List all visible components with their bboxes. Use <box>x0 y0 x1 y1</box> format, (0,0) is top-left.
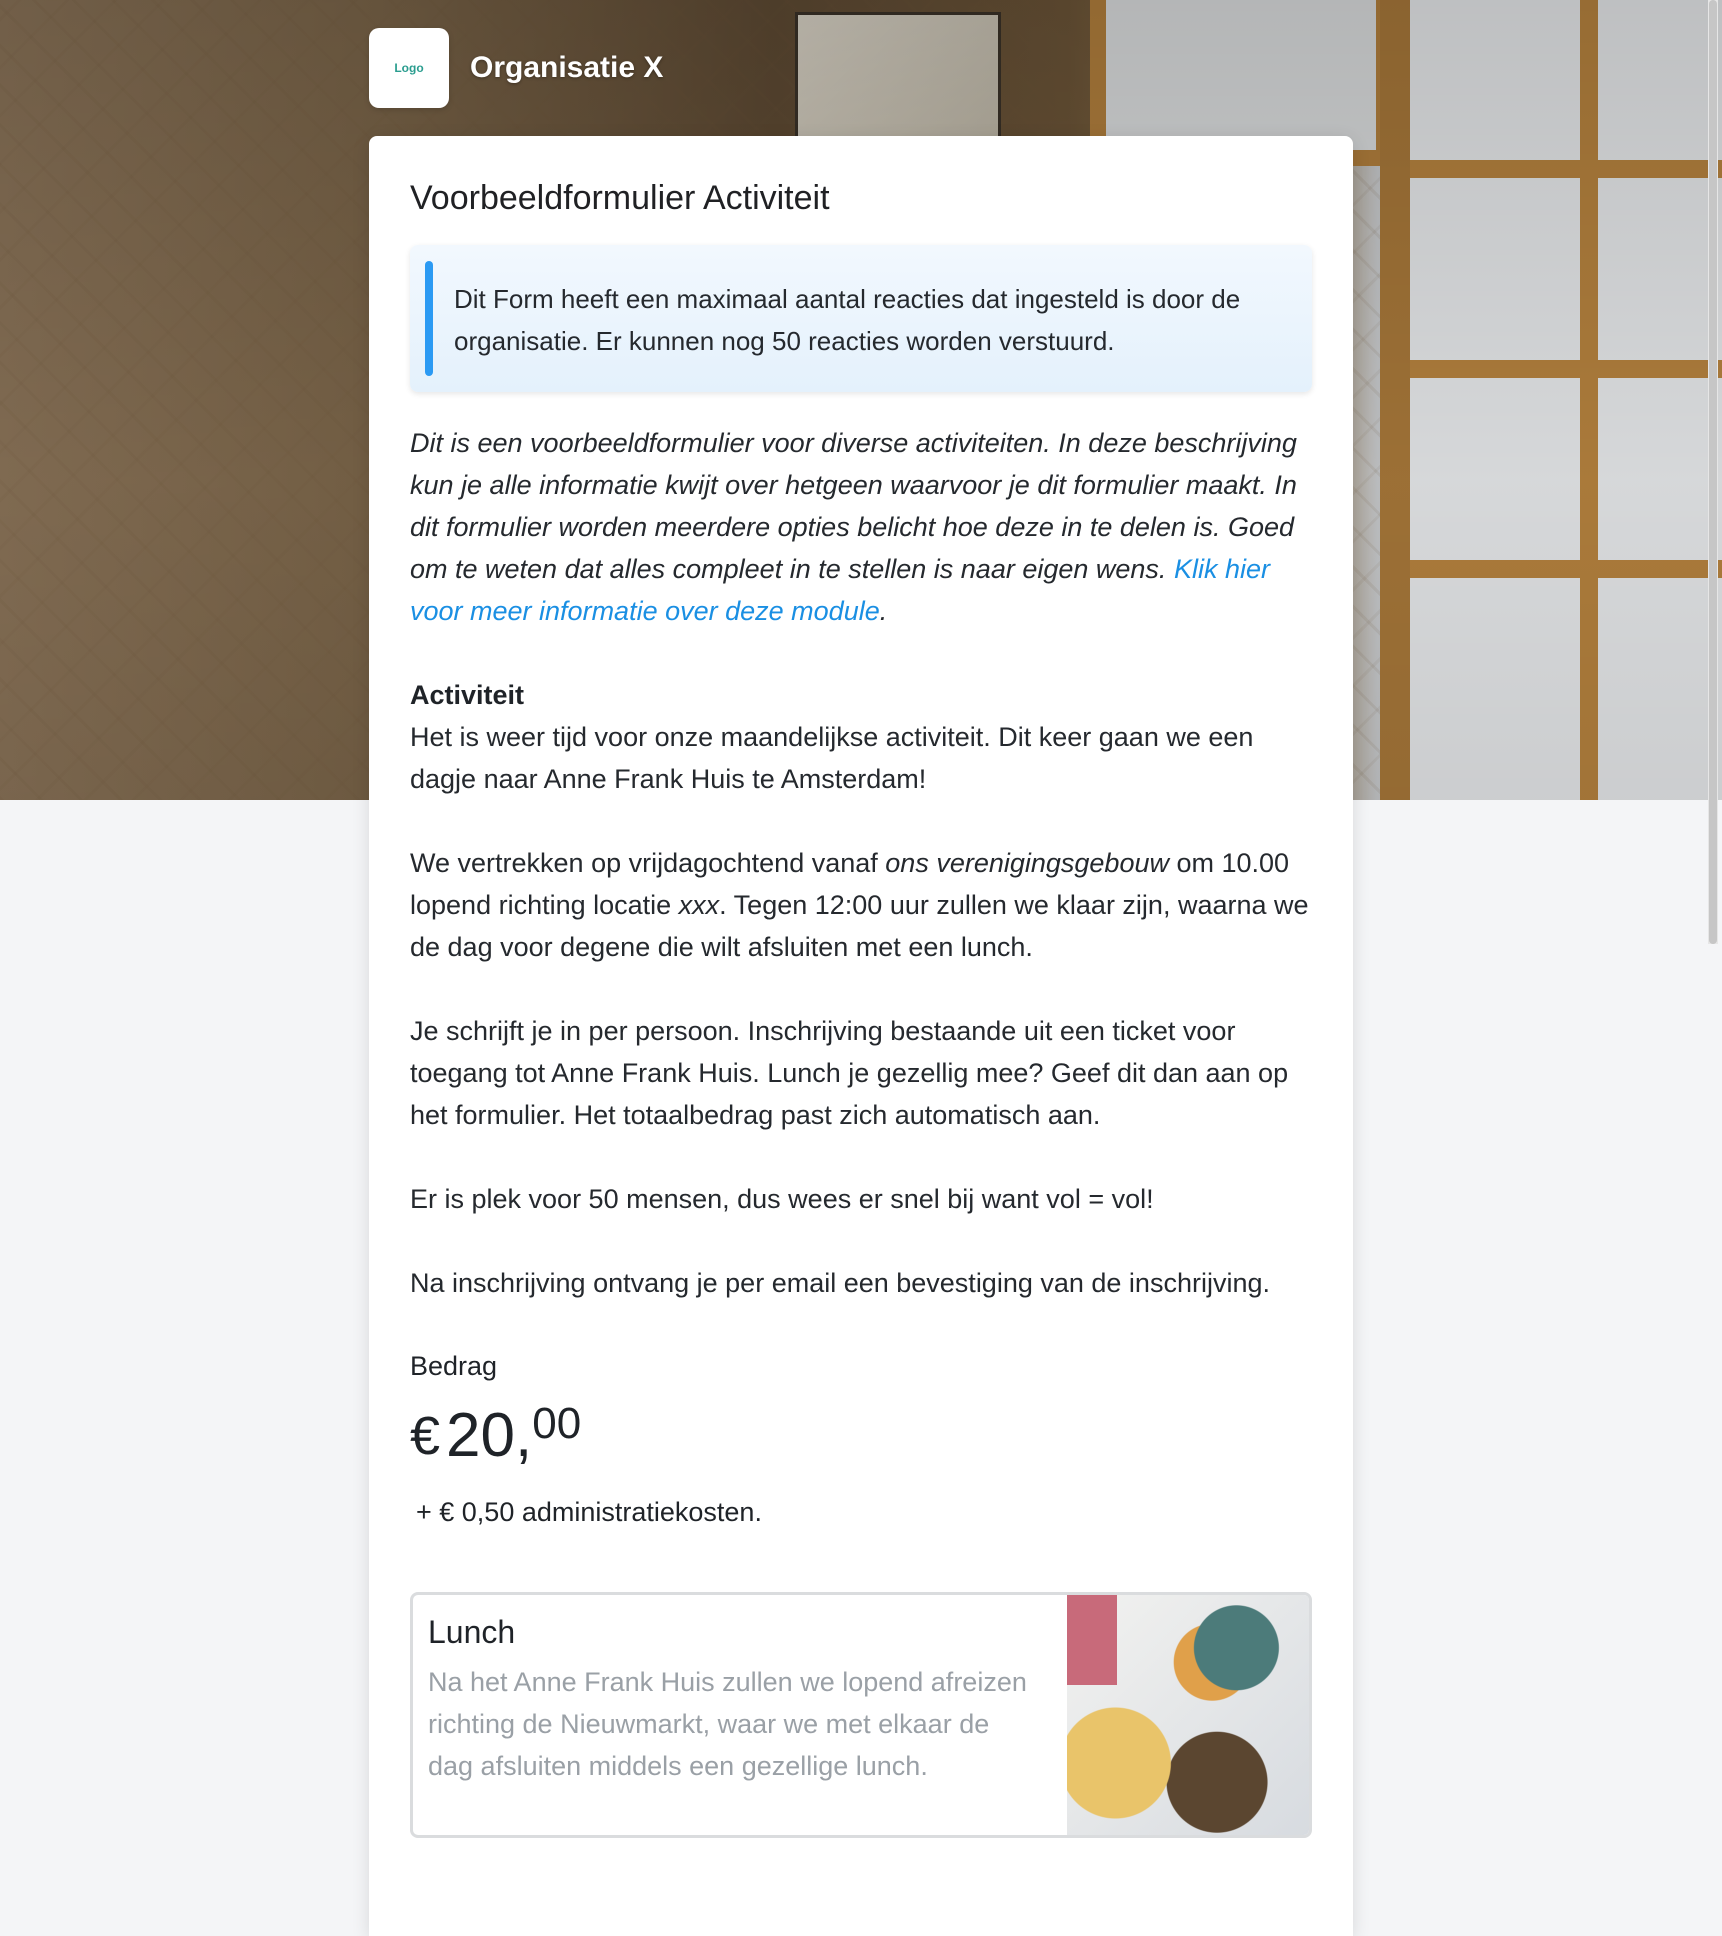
lunch-option-card[interactable]: Lunch Na het Anne Frank Huis zullen we l… <box>410 1592 1312 1838</box>
description-paragraph-3: Je schrijft je in per persoon. Inschrijv… <box>410 1016 1289 1130</box>
intro-text: Dit is een voorbeeldformulier voor diver… <box>410 428 1297 584</box>
form-intro: Dit is een voorbeeldformulier voor diver… <box>410 422 1312 632</box>
amount-decimals: 00 <box>532 1399 582 1448</box>
description-paragraph-5: Na inschrijving ontvang je per email een… <box>410 1268 1270 1298</box>
org-logo[interactable]: Logo <box>369 28 449 108</box>
notice-accent-bar <box>425 261 433 376</box>
description-paragraph-4: Er is plek voor 50 mensen, dus wees er s… <box>410 1184 1154 1214</box>
section-heading-activiteit: Activiteit <box>410 680 525 710</box>
form-title: Voorbeeldformulier Activiteit <box>410 179 830 217</box>
amount-integer: 20, <box>446 1401 533 1470</box>
amount-label: Bedrag <box>410 1351 498 1381</box>
form-card: Voorbeeldformulier Activiteit Dit Form h… <box>369 136 1353 1936</box>
para2-part-a: We vertrekken op vrijdagochtend vanaf <box>410 848 886 878</box>
response-limit-notice: Dit Form heeft een maximaal aantal react… <box>410 245 1312 392</box>
description-paragraph-1: Het is weer tijd voor onze maandelijkse … <box>410 722 1254 794</box>
para2-location: ons verenigingsgebouw <box>885 848 1169 878</box>
scrollbar-thumb[interactable] <box>1709 0 1717 944</box>
lunch-option-title: Lunch <box>428 1614 516 1650</box>
para2-destination: xxx <box>678 890 720 920</box>
description-paragraph-2: We vertrekken op vrijdagochtend vanaf on… <box>410 842 1312 968</box>
intro-end: . <box>879 596 888 626</box>
page-scrollbar[interactable] <box>1708 0 1718 944</box>
admin-fee: + € 0,50 administratiekosten. <box>416 1497 762 1527</box>
lunch-option-image <box>1067 1595 1309 1835</box>
amount-value: € 20, 00 <box>410 1396 1312 1476</box>
org-name: Organisatie X <box>470 51 664 84</box>
notice-text: Dit Form heeft een maximaal aantal react… <box>454 284 1241 356</box>
lunch-option-description: Na het Anne Frank Huis zullen we lopend … <box>428 1667 1027 1781</box>
amount-currency: € <box>410 1406 441 1466</box>
org-header: Logo Organisatie X <box>369 28 663 108</box>
